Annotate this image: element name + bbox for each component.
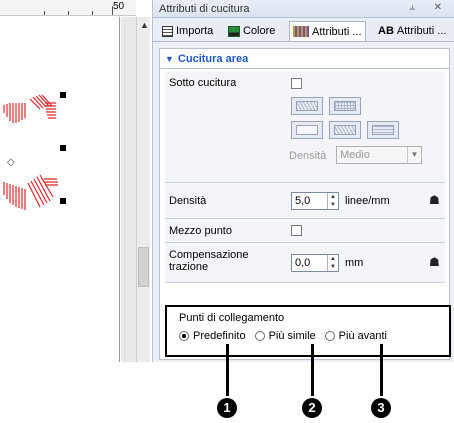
color-icon: [228, 25, 240, 37]
stitch-attributes-icon: [293, 26, 309, 37]
punti-collegamento-title: Punti di collegamento: [179, 312, 285, 324]
canvas-margin: [121, 17, 136, 362]
tab-color[interactable]: Colore: [225, 21, 278, 41]
center-marker-icon: ◇: [7, 157, 15, 168]
scroll-up-arrow-icon[interactable]: ▲: [140, 20, 149, 30]
compensazione-unit: mm: [345, 257, 364, 269]
callout-line-2: [311, 344, 314, 396]
underlay-density-value: Medio: [340, 149, 370, 161]
selection-handle-mid[interactable]: [60, 145, 66, 151]
radio-piu-simile[interactable]: [254, 331, 265, 341]
densita-input[interactable]: 5,0 ▲ ▼: [291, 192, 339, 210]
tab-color-label: Colore: [243, 25, 276, 37]
collapse-arrow-icon[interactable]: ▼: [165, 54, 174, 64]
wave-pattern-icon: [334, 125, 356, 135]
tab-import[interactable]: Importa: [159, 21, 216, 41]
selection-handle-bottom[interactable]: [60, 198, 66, 204]
row-compensazione: Compensazione trazione 0,0 ▲ ▼ mm ☗: [165, 243, 445, 283]
row-sotto-cucitura: Sotto cucitura Densità Medio ▼: [165, 71, 445, 183]
design-canvas-area: 50 ◇ ▲: [0, 0, 150, 362]
embroidery-shape[interactable]: [0, 17, 120, 362]
panel-tabs: Importa Colore Attributi ... AB Attribut…: [153, 18, 454, 42]
sotto-cucitura-checkbox[interactable]: [291, 78, 302, 89]
tab-stitch-attributes-label: Attributi ...: [312, 25, 362, 38]
dropdown-arrow-icon[interactable]: ▼: [407, 147, 421, 163]
grid-pattern-icon: [334, 101, 356, 111]
callout-2: 2: [302, 398, 322, 418]
compensazione-label: Compensazione trazione: [169, 249, 249, 273]
vertical-scrollbar[interactable]: ▲: [136, 17, 150, 362]
callout-3: 3: [371, 398, 391, 418]
tab-text-attributes-label: Attributi ...: [396, 25, 447, 37]
radio-predefinito-label[interactable]: Predefinito: [193, 330, 246, 342]
section-header-area-stitch[interactable]: ▼ Cucitura area: [160, 49, 449, 69]
tab-stitch-attributes[interactable]: Attributi ...: [289, 21, 366, 41]
import-icon: [162, 25, 173, 37]
zigzag-pattern-icon: [296, 101, 318, 111]
default-home-icon-2[interactable]: ☗: [429, 255, 440, 269]
canvas[interactable]: ◇: [0, 17, 120, 362]
punti-options: Predefinito Più simile Più avanti: [179, 330, 396, 342]
section-title: Cucitura area: [177, 52, 249, 65]
underlay-wave-button[interactable]: [329, 121, 361, 139]
densita-value: 5,0: [295, 195, 311, 207]
row-mezzo-punto: Mezzo punto: [165, 219, 445, 243]
panel-window-buttons[interactable]: ⫨ ✕: [409, 2, 450, 13]
panel-title: Attributi di cucitura: [159, 3, 250, 15]
callout-line-1: [226, 344, 229, 396]
sotto-cucitura-label: Sotto cucitura: [169, 77, 237, 89]
compensazione-spinner[interactable]: ▲ ▼: [327, 255, 338, 271]
densita-spinner[interactable]: ▲ ▼: [327, 193, 338, 209]
compensazione-value: 0,0: [295, 257, 311, 269]
radio-predefinito[interactable]: [179, 331, 189, 341]
panel-titlebar: Attributi di cucitura ⫨ ✕: [153, 0, 454, 18]
underlay-density-select[interactable]: Medio ▼: [336, 146, 422, 164]
underlay-density-label: Densità: [289, 150, 327, 162]
underlay-outline-button[interactable]: [291, 121, 323, 139]
radio-piu-avanti-label[interactable]: Più avanti: [339, 330, 387, 342]
default-home-icon[interactable]: ☗: [429, 193, 440, 207]
punti-collegamento-group: Punti di collegamento Predefinito Più si…: [165, 305, 451, 357]
outline-pattern-icon: [296, 125, 318, 135]
underlay-zigzag-button[interactable]: [291, 97, 323, 115]
ruler-label: 50: [113, 1, 125, 12]
underlay-lines-button[interactable]: [367, 121, 399, 139]
text-attributes-icon: AB: [378, 25, 394, 37]
densita-unit: linee/mm: [345, 195, 390, 207]
tab-text-attributes[interactable]: AB Attributi ...: [375, 21, 449, 41]
selection-handle-top[interactable]: [60, 92, 66, 98]
mezzo-punto-label: Mezzo punto: [169, 225, 232, 237]
radio-piu-simile-label[interactable]: Più simile: [269, 330, 316, 342]
tab-import-label: Importa: [176, 25, 214, 37]
horizontal-ruler: 50: [0, 0, 136, 16]
radio-piu-avanti[interactable]: [324, 331, 335, 341]
callout-line-3: [380, 344, 383, 396]
densita-label: Densità: [169, 195, 207, 207]
compensazione-input[interactable]: 0,0 ▲ ▼: [291, 254, 339, 272]
underlay-grid-button[interactable]: [329, 97, 361, 115]
row-densita: Densità 5,0 ▲ ▼ linee/mm ☗: [165, 183, 445, 219]
mezzo-punto-checkbox[interactable]: [291, 225, 302, 236]
scroll-thumb[interactable]: [138, 247, 149, 287]
lines-pattern-icon: [372, 125, 394, 135]
callout-1: 1: [217, 398, 237, 418]
